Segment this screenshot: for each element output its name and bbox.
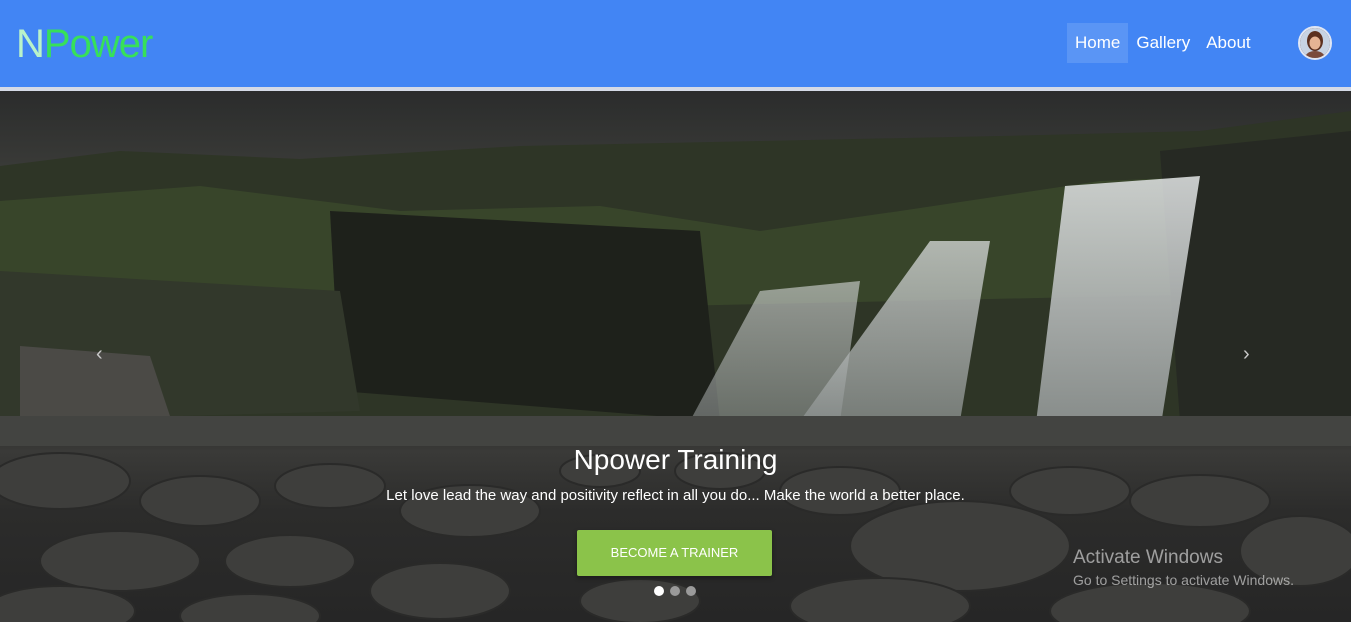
carousel-indicator-3[interactable]	[686, 586, 696, 596]
brand-logo[interactable]: NPower	[16, 22, 153, 66]
windows-activation-subtitle: Go to Settings to activate Windows.	[1073, 572, 1294, 588]
carousel-next-icon[interactable]: ›	[1243, 344, 1250, 364]
avatar-icon	[1300, 28, 1330, 58]
become-trainer-button[interactable]: BECOME A TRAINER	[577, 530, 772, 576]
carousel-indicators	[654, 586, 696, 596]
carousel-indicator-1[interactable]	[654, 586, 664, 596]
user-avatar[interactable]	[1298, 26, 1332, 60]
brand-logo-first: N	[16, 22, 45, 66]
carousel-indicator-2[interactable]	[670, 586, 680, 596]
windows-activation-title: Activate Windows	[1073, 547, 1223, 568]
brand-logo-rest: Power	[43, 22, 153, 66]
nav-about-link[interactable]: About	[1198, 23, 1258, 63]
carousel-prev-icon[interactable]: ‹	[96, 344, 103, 364]
hero-carousel: ‹ › Npower Training Let love lead the wa…	[0, 91, 1351, 622]
carousel-text: Let love lead the way and positivity ref…	[386, 487, 965, 504]
navbar: NPower Home Gallery About	[0, 0, 1351, 91]
nav-links: Home Gallery About	[1067, 23, 1259, 63]
carousel-title: Npower Training	[573, 444, 778, 475]
nav-home-link[interactable]: Home	[1067, 23, 1129, 63]
nav-gallery-link[interactable]: Gallery	[1128, 23, 1198, 63]
